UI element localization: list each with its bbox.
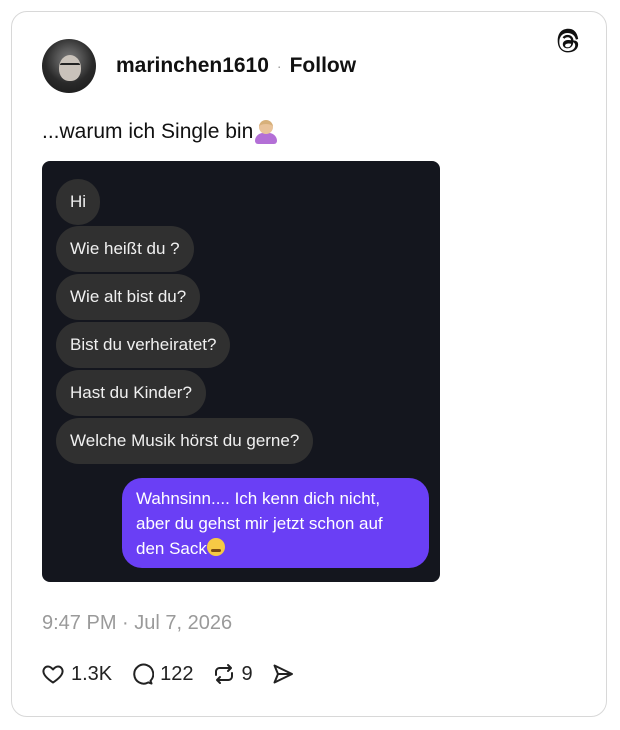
incoming-message: Hast du Kinder? xyxy=(56,370,206,416)
chat-screenshot-image[interactable]: Hi Wie heißt du ? Wie alt bist du? Bist … xyxy=(42,161,440,582)
send-icon xyxy=(273,664,293,684)
share-button[interactable] xyxy=(271,662,301,686)
threads-logo-icon[interactable] xyxy=(554,28,582,56)
repost-count: 9 xyxy=(241,662,253,685)
like-count: 1.3K xyxy=(71,662,113,685)
post-caption: ...warum ich Single bin xyxy=(42,120,254,143)
woman-shrugging-emoji-icon xyxy=(254,120,278,144)
outgoing-message-text: Wahnsinn.... Ich kenn dich nicht, aber d… xyxy=(136,489,383,558)
avatar[interactable] xyxy=(42,39,96,93)
post-card: marinchen1610 · Follow ...warum ich Sing… xyxy=(11,11,607,717)
action-bar: 1.3K 122 9 xyxy=(41,662,319,686)
like-button[interactable]: 1.3K xyxy=(41,662,112,686)
reply-count: 122 xyxy=(160,662,194,685)
reply-button[interactable]: 122 xyxy=(130,662,194,686)
post-text: ...warum ich Single bin xyxy=(42,120,278,144)
heart-icon xyxy=(42,665,64,684)
separator-dot: · xyxy=(276,58,282,74)
outgoing-message: Wahnsinn.... Ich kenn dich nicht, aber d… xyxy=(122,478,429,568)
comment-bubble-icon xyxy=(133,663,155,685)
incoming-message: Bist du verheiratet? xyxy=(56,322,231,368)
repost-icon xyxy=(214,664,233,684)
incoming-message: Wie alt bist du? xyxy=(56,274,201,320)
incoming-message: Hi xyxy=(56,179,101,225)
username[interactable]: marinchen1610 xyxy=(116,54,269,78)
repost-button[interactable]: 9 xyxy=(212,662,253,686)
follow-button[interactable]: Follow xyxy=(290,54,357,78)
face-with-steam-emoji-icon xyxy=(206,538,225,556)
incoming-message: Welche Musik hörst du gerne? xyxy=(56,418,314,464)
post-timestamp[interactable]: 9:47 PM · Jul 7, 2026 xyxy=(42,612,232,635)
incoming-message: Wie heißt du ? xyxy=(56,226,194,272)
post-header: marinchen1610 · Follow xyxy=(42,38,356,94)
